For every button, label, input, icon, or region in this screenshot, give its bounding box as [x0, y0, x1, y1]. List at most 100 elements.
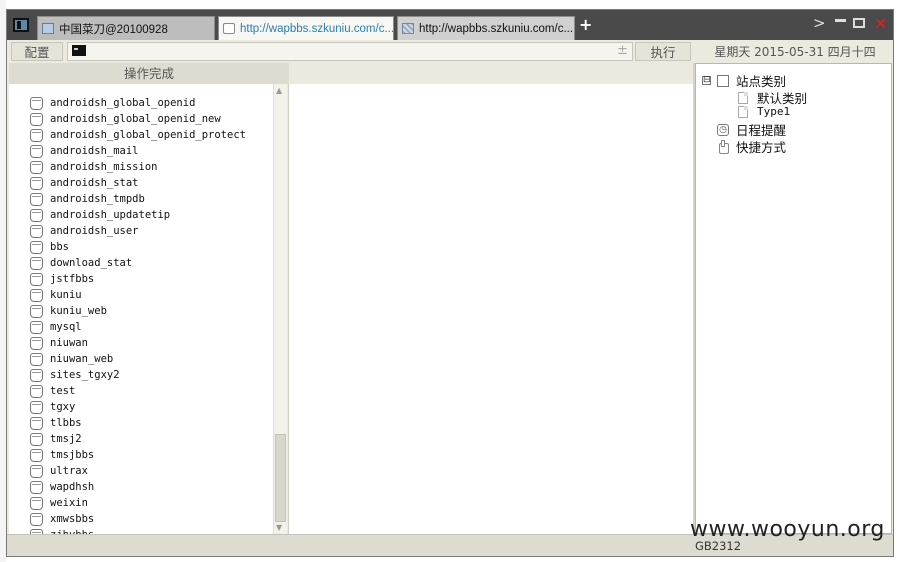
- database-name: androidsh_global_openid: [50, 97, 196, 109]
- database-item[interactable]: ultrax: [9, 463, 88, 479]
- expand-icon[interactable]: ±: [617, 43, 628, 58]
- database-item[interactable]: androidsh_stat: [9, 175, 139, 191]
- database-name: kuniu: [50, 289, 82, 301]
- database-icon: [30, 176, 43, 190]
- scrollbar[interactable]: ▲ ▼: [273, 84, 287, 534]
- database-icon: [30, 480, 43, 494]
- page-icon: [738, 91, 748, 104]
- database-icon: [30, 144, 43, 158]
- database-icon: [30, 304, 43, 318]
- tree-node-shortcuts[interactable]: 快捷方式: [717, 137, 786, 156]
- database-icon: [30, 464, 43, 478]
- execute-button[interactable]: 执行: [635, 42, 691, 61]
- tab-bar: 中国菜刀@20100928 http://wapbbs.szkuniu.com/…: [7, 10, 893, 40]
- tab-file-manager[interactable]: http://wapbbs.szkuniu.com/c...: [397, 16, 575, 40]
- tab-home[interactable]: 中国菜刀@20100928: [37, 16, 215, 40]
- database-item[interactable]: androidsh_global_openid: [9, 95, 195, 111]
- database-icon: [30, 240, 43, 254]
- scroll-up-icon[interactable]: ▲: [276, 86, 282, 95]
- clock-icon: ◷: [717, 123, 729, 136]
- window-icon: [42, 23, 54, 34]
- results-panel[interactable]: [288, 84, 693, 534]
- database-icon: [30, 112, 43, 126]
- tab-label: http://wapbbs.szkuniu.com/c...: [419, 22, 574, 35]
- database-item[interactable]: androidsh_mail: [9, 143, 139, 159]
- database-item[interactable]: androidsh_global_openid_protect: [9, 127, 246, 143]
- terminal-icon: [72, 45, 86, 56]
- database-item[interactable]: tmsjbbs: [9, 447, 94, 463]
- config-button[interactable]: 配置: [11, 42, 63, 61]
- database-icon: [30, 192, 43, 206]
- database-item[interactable]: bbs: [9, 239, 69, 255]
- database-item[interactable]: androidsh_updatetip: [9, 207, 170, 223]
- tab-database[interactable]: http://wapbbs.szkuniu.com/c...: [218, 16, 394, 40]
- database-name: tmsjbbs: [50, 449, 95, 461]
- database-icon: [30, 224, 43, 238]
- database-name: tmsj2: [50, 433, 82, 445]
- minimize-icon[interactable]: [835, 19, 846, 22]
- database-item[interactable]: tlbbs: [9, 415, 82, 431]
- database-name: test: [50, 385, 76, 397]
- database-icon: [30, 128, 43, 142]
- app-menu-icon[interactable]: [13, 18, 29, 32]
- database-item[interactable]: weixin: [9, 495, 88, 511]
- database-item[interactable]: androidsh_global_openid_new: [9, 111, 221, 127]
- maximize-icon[interactable]: [853, 18, 865, 28]
- app-window: 中国菜刀@20100928 http://wapbbs.szkuniu.com/…: [6, 9, 894, 557]
- database-icon: [30, 512, 43, 526]
- database-name: niuwan: [50, 337, 88, 349]
- database-item[interactable]: kuniu_web: [9, 303, 107, 319]
- database-icon: [30, 256, 43, 270]
- database-icon: [30, 160, 43, 174]
- database-name: tlbbs: [50, 417, 82, 429]
- database-name: sites_tgxy2: [50, 369, 120, 381]
- database-name: ultrax: [50, 465, 88, 477]
- database-icon: [30, 352, 43, 366]
- database-icon: [30, 320, 43, 334]
- database-item[interactable]: xmwsbbs: [9, 511, 94, 527]
- tree-label: Type1: [757, 105, 791, 118]
- database-icon: [30, 416, 43, 430]
- database-icon: [30, 336, 43, 350]
- scrollbar-thumb[interactable]: [275, 434, 286, 522]
- database-icon: [30, 448, 43, 462]
- database-name: androidsh_tmpdb: [50, 193, 145, 205]
- command-input[interactable]: ±: [67, 42, 633, 61]
- database-item[interactable]: wapdhsh: [9, 479, 94, 495]
- folder-icon: [717, 74, 729, 87]
- close-icon[interactable]: ✕: [874, 14, 887, 33]
- database-item[interactable]: androidsh_tmpdb: [9, 191, 145, 207]
- database-icon: [30, 384, 43, 398]
- database-item[interactable]: androidsh_user: [9, 223, 139, 239]
- hand-icon: [717, 140, 729, 154]
- database-item[interactable]: niuwan: [9, 335, 88, 351]
- chevron-right-icon[interactable]: >: [813, 14, 826, 32]
- database-item[interactable]: kuniu: [9, 287, 82, 303]
- database-icon: [30, 208, 43, 222]
- database-item[interactable]: jstfbbs: [9, 271, 94, 287]
- database-item[interactable]: test: [9, 383, 75, 399]
- folder-icon: [402, 23, 414, 34]
- database-list: androidsh_global_openid androidsh_global_…: [9, 84, 273, 534]
- toolbar: 配置 ± 执行 星期天 2015-05-31 四月十四: [7, 40, 893, 62]
- database-item[interactable]: mysql: [9, 319, 82, 335]
- database-item[interactable]: download_stat: [9, 255, 132, 271]
- database-name: jstfbbs: [50, 273, 95, 285]
- database-name: kuniu_web: [50, 305, 107, 317]
- database-name: androidsh_mail: [50, 145, 139, 157]
- database-item[interactable]: tmsj2: [9, 431, 82, 447]
- database-name: androidsh_stat: [50, 177, 139, 189]
- database-item[interactable]: sites_tgxy2: [9, 367, 120, 383]
- database-name: androidsh_updatetip: [50, 209, 171, 221]
- database-item[interactable]: zjhybbs: [9, 527, 94, 534]
- database-item[interactable]: androidsh_mission: [9, 159, 157, 175]
- database-name: androidsh_mission: [50, 161, 158, 173]
- database-item[interactable]: tgxy: [9, 399, 75, 415]
- database-item[interactable]: niuwan_web: [9, 351, 113, 367]
- collapse-icon[interactable]: ⊟: [702, 76, 711, 85]
- status-header: 操作完成: [9, 63, 289, 84]
- new-tab-button[interactable]: +: [579, 15, 592, 34]
- database-icon: [30, 432, 43, 446]
- scroll-down-icon[interactable]: ▼: [276, 523, 282, 532]
- tree-node-type1[interactable]: Type1: [738, 105, 790, 118]
